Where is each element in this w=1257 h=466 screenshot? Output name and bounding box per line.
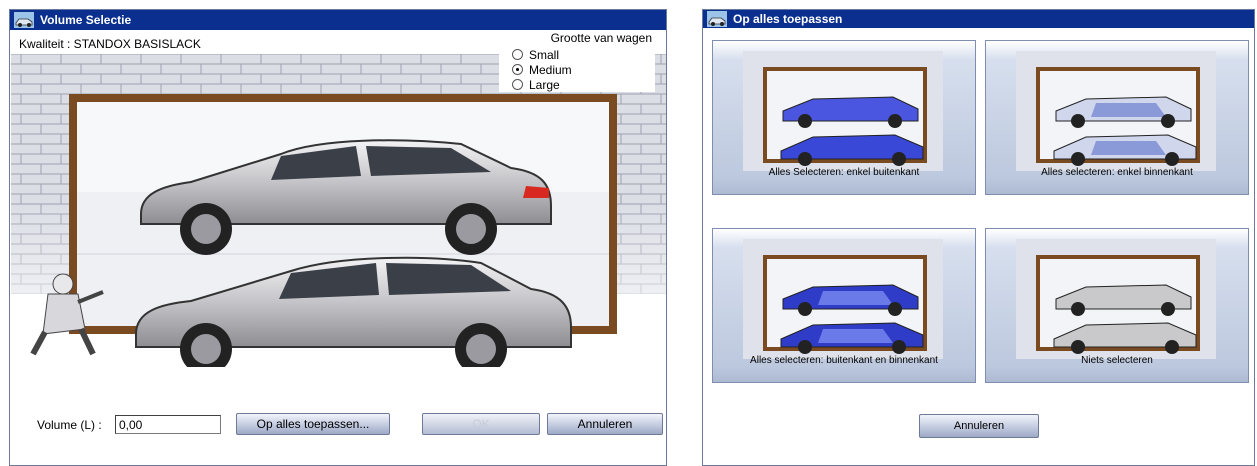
window-title: Op alles toepassen [733,12,843,26]
option-none-label: Niets selecteren [1081,355,1153,366]
ok-button[interactable]: OK [422,413,540,435]
car-size-medium-label: Medium [529,62,572,77]
car-size-heading: Grootte van wagen [550,31,652,45]
option-interior-label: Alles selecteren: enkel binnenkant [1041,167,1193,178]
car-size-option-medium[interactable]: Medium [512,62,655,77]
paint-booth-illustration [11,54,666,367]
car-size-small-label: Small [529,47,560,62]
exterior-preview [743,51,943,171]
apply-all-window: Op alles toepassen Alles Selecteren: enk… [702,9,1255,466]
option-card-interior[interactable]: Alles selecteren: enkel binnenkant [985,40,1249,195]
option-card-exterior[interactable]: Alles Selecteren: enkel buitenkant [712,40,976,195]
volume-selection-window: Volume Selectie Kwaliteit : STANDOX BASI… [9,9,667,466]
apply-all-label: Op alles toepassen... [256,417,370,431]
option-exterior-label: Alles Selecteren: enkel buitenkant [768,167,920,178]
cancel-label: Annuleren [953,420,1005,432]
option-both-label: Alles selecteren: buitenkant en binnenka… [750,355,938,366]
car-size-option-large[interactable]: Large [512,77,655,92]
radio-large[interactable] [512,79,523,90]
volume-value: 0,00 [119,418,143,432]
radio-small[interactable] [512,49,523,60]
car-size-group: Grootte van wagen Small Medium Large [499,31,655,92]
title-bar: Op alles toepassen [703,10,1254,28]
ok-label: OK [472,417,490,431]
cancel-label: Annuleren [577,417,633,431]
radio-medium[interactable] [512,64,523,75]
apply-all-button[interactable]: Op alles toepassen... [236,413,390,435]
volume-label: Volume (L) : [37,418,102,432]
window-title: Volume Selectie [40,13,132,27]
none-preview [1016,239,1216,359]
car-scene [11,54,666,367]
cancel-button[interactable]: Annuleren [919,414,1039,438]
volume-input[interactable]: 0,00 [115,415,221,434]
both-preview [743,239,943,359]
title-bar: Volume Selectie [10,10,666,30]
option-card-both[interactable]: Alles selecteren: buitenkant en binnenka… [712,228,976,383]
cancel-button[interactable]: Annuleren [547,413,663,435]
car-app-icon [707,11,727,27]
car-size-option-small[interactable]: Small [512,47,655,62]
car-size-options: Small Medium Large [499,47,655,92]
car-app-icon [14,12,34,28]
quality-label: Kwaliteit : STANDOX BASISLACK [19,37,201,51]
option-card-none[interactable]: Niets selecteren [985,228,1249,383]
car-size-large-label: Large [529,77,560,92]
interior-preview [1016,51,1216,171]
